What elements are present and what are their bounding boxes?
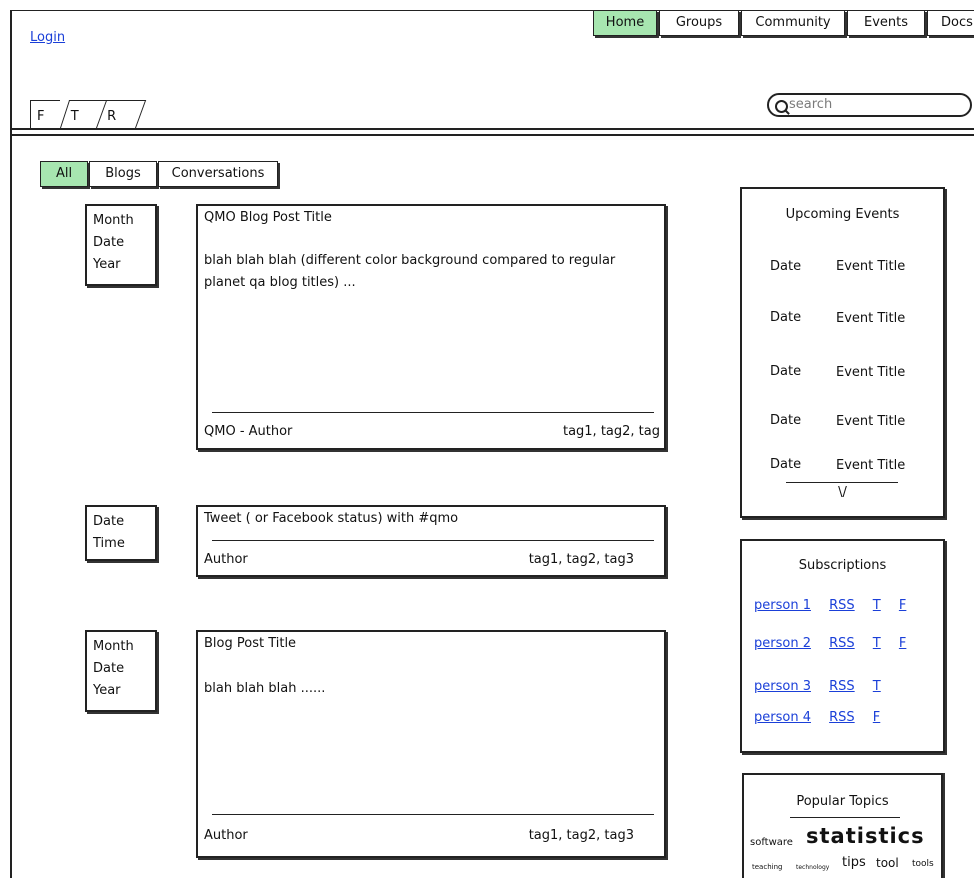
post-date-box: Date Time bbox=[85, 505, 157, 561]
ftr-tab-f[interactable]: F bbox=[30, 100, 60, 128]
search-placeholder: search bbox=[789, 97, 833, 112]
subscription-facebook-link[interactable]: F bbox=[873, 710, 880, 725]
subscription-row: person 3 RSS T bbox=[754, 679, 895, 694]
subscription-rss-link[interactable]: RSS bbox=[829, 710, 855, 725]
popular-topics-divider bbox=[790, 817, 900, 818]
event-title[interactable]: Event Title bbox=[836, 311, 905, 326]
post-date: Date bbox=[93, 514, 125, 529]
upcoming-events-panel: Upcoming Events Date Event Title Date Ev… bbox=[740, 187, 945, 518]
search-input[interactable]: search bbox=[767, 93, 972, 117]
event-date: Date bbox=[770, 413, 802, 428]
event-title[interactable]: Event Title bbox=[836, 414, 905, 429]
post-divider bbox=[212, 412, 654, 413]
subscription-facebook-link[interactable]: F bbox=[899, 636, 906, 651]
nav-community-tab[interactable]: Community bbox=[741, 10, 845, 36]
event-date: Date bbox=[770, 364, 802, 379]
nav-docs-tab[interactable]: Docs bbox=[927, 10, 974, 36]
event-date: Date bbox=[770, 310, 802, 325]
post-tags[interactable]: tag1, tag2, tag bbox=[563, 424, 660, 439]
post-card[interactable]: Blog Post Title blah blah blah ...... Au… bbox=[196, 630, 666, 858]
subscription-twitter-link[interactable]: T bbox=[873, 679, 881, 694]
post-title[interactable]: Blog Post Title bbox=[204, 636, 296, 651]
subscription-facebook-link[interactable]: F bbox=[899, 598, 906, 613]
topic-tag[interactable]: software bbox=[750, 837, 793, 848]
event-title[interactable]: Event Title bbox=[836, 259, 905, 274]
post-card[interactable]: QMO Blog Post Title blah blah blah (diff… bbox=[196, 204, 666, 450]
post-author: Author bbox=[204, 828, 248, 843]
topic-tag[interactable]: tool bbox=[876, 856, 899, 870]
post-month: Month bbox=[93, 639, 134, 654]
search-icon bbox=[775, 100, 788, 113]
post-divider bbox=[212, 814, 654, 815]
post-author: QMO - Author bbox=[204, 424, 293, 439]
post-card[interactable]: Tweet ( or Facebook status) with #qmo Au… bbox=[196, 505, 666, 577]
events-divider bbox=[786, 482, 898, 483]
subscription-row: person 4 RSS F bbox=[754, 710, 894, 725]
post-date: Date bbox=[93, 661, 125, 676]
subscription-twitter-link[interactable]: T bbox=[873, 636, 881, 651]
subscription-twitter-link[interactable]: T bbox=[873, 598, 881, 613]
ftr-tab-r[interactable]: R bbox=[96, 100, 147, 128]
post-date-box: Month Date Year bbox=[85, 204, 157, 286]
topic-tag[interactable]: teaching bbox=[752, 863, 782, 871]
post-title[interactable]: QMO Blog Post Title bbox=[204, 210, 332, 225]
subscription-row: person 1 RSS T F bbox=[754, 598, 920, 613]
subscription-person-link[interactable]: person 1 bbox=[754, 598, 811, 613]
post-year: Year bbox=[93, 257, 121, 272]
post-author: Author bbox=[204, 552, 248, 567]
subscription-row: person 2 RSS T F bbox=[754, 636, 920, 651]
filter-conversations-tab[interactable]: Conversations bbox=[158, 161, 278, 187]
subscriptions-title: Subscriptions bbox=[798, 558, 887, 573]
page-left-border bbox=[10, 10, 12, 878]
ftr-tab-t-label: T bbox=[70, 109, 79, 124]
nav-events-tab[interactable]: Events bbox=[847, 10, 925, 36]
nav-home-tab[interactable]: Home bbox=[593, 10, 657, 36]
post-tags[interactable]: tag1, tag2, tag3 bbox=[529, 552, 634, 567]
post-month: Month bbox=[93, 213, 134, 228]
topic-tag[interactable]: statistics bbox=[806, 824, 925, 848]
events-more-chevron-icon[interactable]: \/ bbox=[742, 485, 943, 500]
upcoming-events-title: Upcoming Events bbox=[785, 207, 900, 222]
subscription-rss-link[interactable]: RSS bbox=[829, 598, 855, 613]
topic-tag[interactable]: tips bbox=[842, 855, 866, 870]
post-tags[interactable]: tag1, tag2, tag3 bbox=[529, 828, 634, 843]
event-title[interactable]: Event Title bbox=[836, 365, 905, 380]
subscription-rss-link[interactable]: RSS bbox=[829, 636, 855, 651]
post-time: Time bbox=[93, 536, 125, 551]
post-body: blah blah blah ...... bbox=[204, 681, 326, 696]
post-date-box: Month Date Year bbox=[85, 630, 157, 712]
post-body: blah blah blah (different color backgrou… bbox=[204, 253, 616, 290]
subscription-person-link[interactable]: person 2 bbox=[754, 636, 811, 651]
login-link[interactable]: Login bbox=[30, 30, 65, 45]
topic-tag[interactable]: tools bbox=[912, 859, 934, 869]
header-divider bbox=[10, 128, 974, 136]
popular-topics-title: Popular Topics bbox=[796, 794, 889, 809]
topic-tag[interactable]: technology bbox=[796, 864, 829, 871]
subscriptions-panel: Subscriptions person 1 RSS T F person 2 … bbox=[740, 539, 945, 753]
filter-blogs-tab[interactable]: Blogs bbox=[89, 161, 157, 187]
post-year: Year bbox=[93, 683, 121, 698]
event-title[interactable]: Event Title bbox=[836, 458, 905, 473]
ftr-tab-f-label: F bbox=[37, 109, 45, 124]
subscription-rss-link[interactable]: RSS bbox=[829, 679, 855, 694]
subscription-person-link[interactable]: person 3 bbox=[754, 679, 811, 694]
filter-all-tab[interactable]: All bbox=[40, 161, 88, 187]
post-date: Date bbox=[93, 235, 125, 250]
post-title[interactable]: Tweet ( or Facebook status) with #qmo bbox=[204, 511, 458, 526]
event-date: Date bbox=[770, 259, 802, 274]
ftr-tab-r-label: R bbox=[107, 109, 117, 124]
nav-groups-tab[interactable]: Groups bbox=[659, 10, 739, 36]
popular-topics-panel: Popular Topics software statistics teach… bbox=[742, 773, 943, 878]
event-date: Date bbox=[770, 457, 802, 472]
post-divider bbox=[212, 540, 654, 541]
subscription-person-link[interactable]: person 4 bbox=[754, 710, 811, 725]
